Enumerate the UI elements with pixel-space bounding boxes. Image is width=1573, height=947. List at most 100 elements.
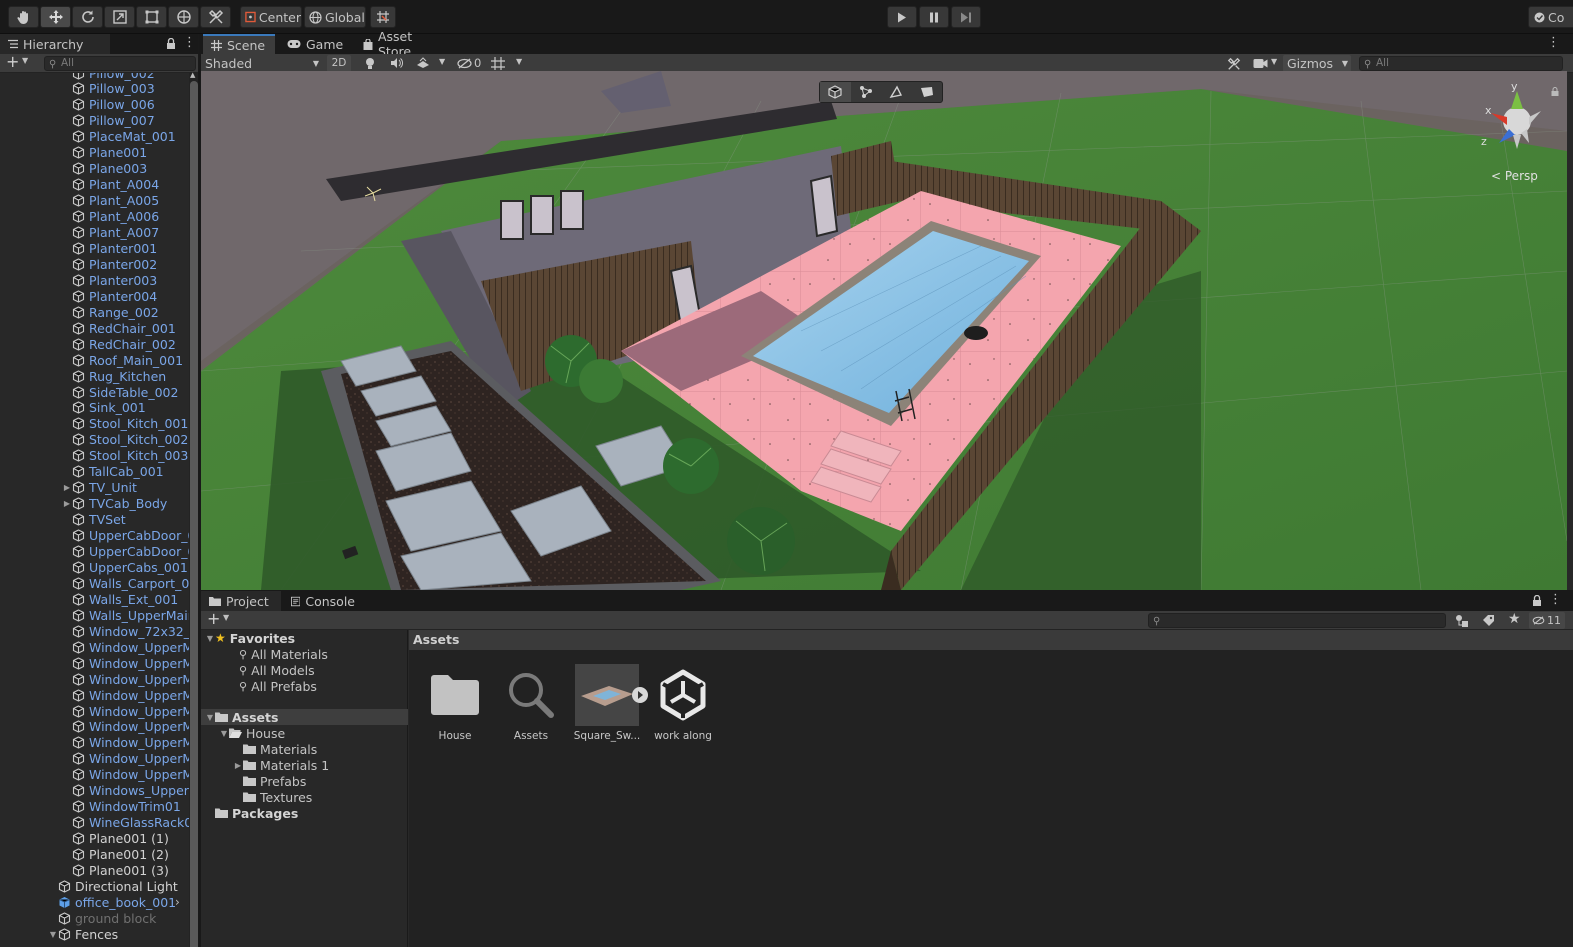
hierarchy-item[interactable]: Stool_Kitch_003 [0,448,189,464]
hierarchy-item[interactable]: Plane001 (2) [0,847,189,863]
tab-game[interactable]: Game [279,34,353,54]
hierarchy-item[interactable]: TVSet [0,512,189,528]
overlay-face-button[interactable] [912,82,943,102]
scene-tools-icon[interactable] [1227,57,1241,71]
custom-tools-button[interactable] [200,6,231,28]
move-tool-button[interactable] [40,6,71,28]
hierarchy-item[interactable]: Sink_001 [0,400,189,416]
scale-tool-button[interactable] [104,6,135,28]
project-add-dropdown-icon[interactable]: ▼ [223,613,229,622]
hierarchy-item[interactable]: Planter001 [0,240,189,256]
hierarchy-item[interactable]: RedChair_002 [0,336,189,352]
project-tree-item[interactable]: Prefabs [201,773,408,789]
collapse-arrow-icon[interactable]: ▼ [48,930,58,939]
hierarchy-menu-icon[interactable]: ⋮ [183,35,196,50]
pivot-mode-button[interactable]: Center [240,6,302,28]
hierarchy-item[interactable]: Window_UpperM [0,655,189,671]
favorite-star-icon[interactable]: ★ [1508,611,1521,627]
account-button[interactable]: Co [1528,6,1573,28]
child-arrow-icon[interactable]: › [175,895,180,909]
hierarchy-item[interactable]: ▶ TV_Unit [0,480,189,496]
hierarchy-item[interactable]: Plane003 [0,161,189,177]
project-lock-icon[interactable] [1532,595,1542,606]
hierarchy-item[interactable]: TallCab_001 [0,464,189,480]
hierarchy-item[interactable]: WindowTrim01 [0,799,189,815]
tab-project[interactable]: Project [201,591,281,611]
hierarchy-item[interactable]: Windows_UpperM [0,783,189,799]
hierarchy-item[interactable]: Planter004 [0,288,189,304]
gizmo-lock-icon[interactable] [1551,87,1559,96]
eye-hidden-icon[interactable] [457,58,472,69]
hidden-packages-toggle[interactable]: 11 [1529,612,1565,629]
tab-console[interactable]: Console [283,591,363,611]
hierarchy-item[interactable]: Planter003 [0,272,189,288]
hierarchy-item[interactable]: Pillow_007 [0,113,189,129]
tab-scene[interactable]: Scene [203,34,275,54]
play-button[interactable] [887,6,917,28]
rotate-tool-button[interactable] [72,6,103,28]
add-plus-icon[interactable]: + [6,52,19,71]
asset-square-swimming-prefab[interactable]: Square_Sw... [569,664,648,742]
project-add-plus-icon[interactable]: + [207,609,220,628]
hierarchy-scrollbar[interactable]: ▲ [189,71,198,947]
pause-button[interactable] [919,6,949,28]
hierarchy-item[interactable]: SideTable_002 [0,384,189,400]
project-tree-item[interactable]: ⚲ All Prefabs [201,678,408,694]
hierarchy-item[interactable]: Plant_A005 [0,193,189,209]
collapse-arrow-icon[interactable]: ▼ [205,713,215,722]
hierarchy-item[interactable]: Range_002 [0,304,189,320]
grid-chevron-down-icon[interactable]: ▼ [516,57,522,66]
hierarchy-item[interactable]: UpperCabDoor_0 [0,528,189,544]
hand-tool-button[interactable] [8,6,39,28]
grid-toggle-icon[interactable] [491,57,505,70]
hierarchy-item[interactable]: UpperCabDoor_0 [0,544,189,560]
hierarchy-item[interactable]: Pillow_003 [0,81,189,97]
asset-assets-search[interactable]: Assets [493,664,569,742]
transform-tool-button[interactable] [168,6,199,28]
tab-hierarchy[interactable]: Hierarchy [0,34,110,54]
hierarchy-item[interactable]: Directional Light [0,878,189,894]
project-tree-item[interactable]: ▼ Assets [201,709,408,725]
scene-orientation-gizmo[interactable]: y x z < Persp [1473,77,1563,187]
asset-house-folder[interactable]: House [417,664,493,742]
hierarchy-item[interactable]: PlaceMat_001 [0,129,189,145]
hierarchy-scrollbar-thumb[interactable] [190,81,198,947]
mode-2d-toggle[interactable]: 2D [327,55,351,72]
project-tree-item[interactable]: Packages [201,805,408,821]
overlay-edge-button[interactable] [881,82,912,102]
hierarchy-item[interactable]: Stool_Kitch_002 [0,432,189,448]
project-tree-item[interactable]: Materials [201,741,408,757]
hierarchy-item[interactable]: Window_UpperM [0,735,189,751]
hierarchy-item[interactable]: Window_UpperM [0,639,189,655]
hierarchy-search-input[interactable]: ⚲ All [44,56,196,71]
hierarchy-item[interactable]: Plane001 (1) [0,831,189,847]
project-tree-item[interactable]: ⚲ All Materials [201,646,408,662]
label-tag-icon[interactable] [1482,614,1495,627]
project-tree-item[interactable]: ▼ ★ Favorites [201,630,408,646]
rect-tool-button[interactable] [136,6,167,28]
hierarchy-item[interactable]: Stool_Kitch_001 [0,416,189,432]
effects-icon[interactable] [416,57,430,69]
collapse-arrow-icon[interactable]: ▼ [219,729,229,738]
camera-chevron-down-icon[interactable]: ▼ [1271,57,1277,66]
hierarchy-item[interactable]: Walls_Ext_001 [0,591,189,607]
hierarchy-item[interactable]: ▼ Fences [0,926,189,942]
tab-asset-store[interactable]: Asset Store [355,29,457,59]
hierarchy-item[interactable]: Pillow_002 [0,73,189,81]
step-button[interactable] [951,6,981,28]
camera-icon[interactable] [1253,58,1268,69]
expand-arrow-icon[interactable]: ▶ [62,483,72,492]
search-by-type-icon[interactable] [1455,614,1469,627]
project-menu-icon[interactable]: ⋮ [1549,592,1562,607]
hierarchy-item[interactable]: Window_UpperM [0,767,189,783]
scene-search-input[interactable]: ⚲ All [1359,56,1563,71]
hierarchy-item[interactable]: UpperCabs_001 [0,559,189,575]
hierarchy-item[interactable]: Plane001 (3) [0,863,189,879]
shading-mode-dropdown[interactable]: Shaded ▼ [203,55,321,72]
hierarchy-item[interactable]: Window_UpperM [0,751,189,767]
scene-menu-icon[interactable]: ⋮ [1547,35,1560,50]
effects-chevron-down-icon[interactable]: ▼ [439,57,445,66]
collapse-arrow-icon[interactable]: ▼ [205,634,215,643]
assets-breadcrumb[interactable]: Assets [409,630,1573,650]
hierarchy-item[interactable]: Window_UpperM [0,719,189,735]
